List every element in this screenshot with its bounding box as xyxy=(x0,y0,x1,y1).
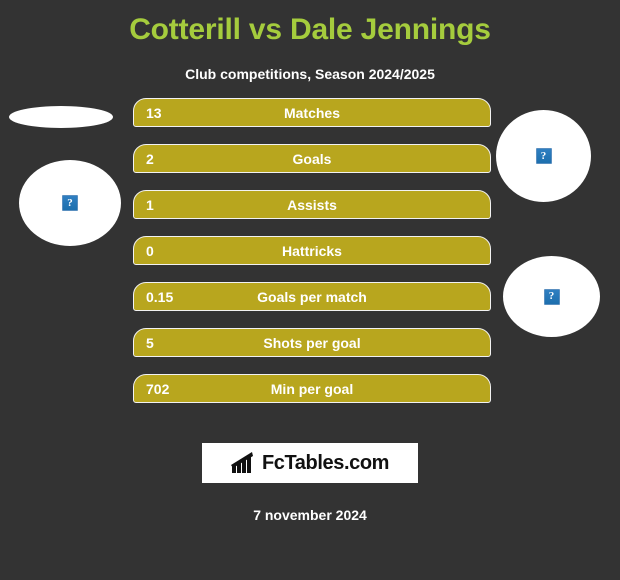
page-subtitle: Club competitions, Season 2024/2025 xyxy=(185,66,435,82)
fctables-logo[interactable]: FcTables.com xyxy=(202,443,418,483)
player-comparison: ? ? ? 13 Matches 2 Goals 1 Assists 0 Hat… xyxy=(0,98,620,428)
stat-label: Min per goal xyxy=(270,380,354,397)
stat-label: Goals per match xyxy=(257,288,367,305)
stat-value: 5 xyxy=(146,334,154,351)
right-player-photo: ? xyxy=(503,256,600,337)
stat-value: 13 xyxy=(146,104,162,121)
stat-bar: 13 Matches xyxy=(133,98,491,127)
left-player-photo-top xyxy=(9,106,113,128)
logo-label: FcTables.com xyxy=(261,452,390,474)
stat-label: Matches xyxy=(283,104,341,121)
stat-value: 702 xyxy=(146,380,170,397)
header: Cotterill vs Dale Jennings Club competit… xyxy=(0,0,620,84)
stat-bar: 2 Goals xyxy=(133,144,491,173)
stat-bar: 0 Hattricks xyxy=(133,236,491,265)
stat-bar: 5 Shots per goal xyxy=(133,328,491,357)
right-player-photo-top: ? xyxy=(496,110,591,202)
stat-value: 0 xyxy=(146,242,154,259)
stat-bar-list: 13 Matches 2 Goals 1 Assists 0 Hattricks xyxy=(133,98,491,420)
stat-value: 0.15 xyxy=(146,288,174,305)
stat-bar: 0.15 Goals per match xyxy=(133,282,491,311)
stat-value: 1 xyxy=(146,196,154,213)
stat-label: Assists xyxy=(287,196,337,213)
page-title: Cotterill vs Dale Jennings xyxy=(129,13,491,46)
footer: FcTables.com 7 november 2024 xyxy=(0,443,620,522)
stat-value: 2 xyxy=(146,150,154,167)
stat-row-goals: 2 Goals xyxy=(133,144,491,190)
stat-label: Shots per goal xyxy=(263,334,361,351)
bar-chart-icon xyxy=(230,452,253,473)
stat-bar: 702 Min per goal xyxy=(133,374,491,403)
stat-row-matches: 13 Matches xyxy=(133,98,491,144)
stat-row-shots-per-goal: 5 Shots per goal xyxy=(133,328,491,374)
broken-image-icon: ? xyxy=(62,195,78,211)
stat-label: Goals xyxy=(292,150,332,167)
stat-label: Hattricks xyxy=(282,242,342,259)
left-player-photo: ? xyxy=(19,160,121,246)
stat-bar: 1 Assists xyxy=(133,190,491,219)
broken-image-icon: ? xyxy=(543,288,560,305)
broken-image-icon: ? xyxy=(535,148,552,164)
date-label: 7 november 2024 xyxy=(253,507,367,523)
stat-row-hattricks: 0 Hattricks xyxy=(133,236,491,282)
stat-row-min-per-goal: 702 Min per goal xyxy=(133,374,491,420)
stat-row-goals-per-match: 0.15 Goals per match xyxy=(133,282,491,328)
stat-row-assists: 1 Assists xyxy=(133,190,491,236)
